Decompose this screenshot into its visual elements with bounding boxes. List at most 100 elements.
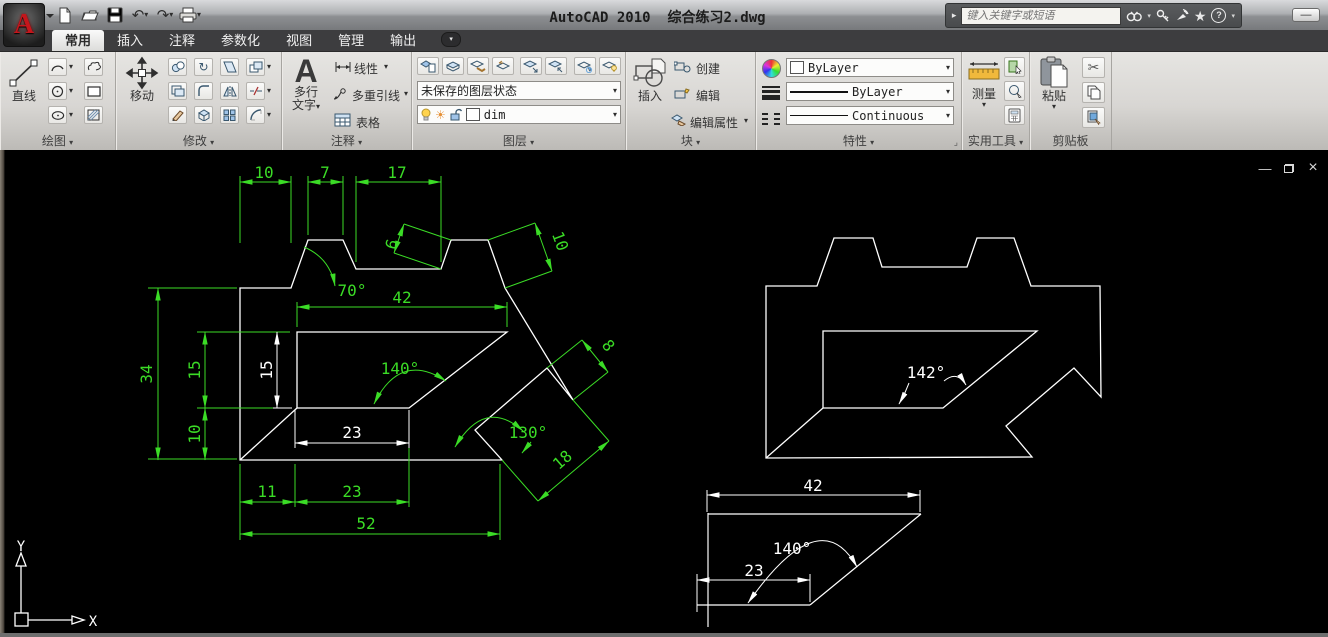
undo-caret-icon[interactable]: ▾ [144, 11, 148, 19]
color-dropdown[interactable]: ByLayer ▾ [786, 58, 954, 77]
layer-state-dropdown[interactable]: 未保存的图层状态 ▾ [417, 81, 621, 100]
help-caret-icon[interactable]: ▾ [1231, 12, 1235, 20]
undo-button[interactable]: ↶▾ [129, 5, 151, 25]
stretch-tool-button[interactable] [220, 58, 239, 76]
fillet-caret-icon[interactable]: ▾ [267, 111, 271, 119]
scale-tool-button[interactable] [246, 58, 265, 76]
search-caret-icon[interactable]: ▾ [1147, 12, 1151, 20]
block-edit-attr-caret-icon[interactable]: ▾ [744, 117, 748, 125]
table-button[interactable]: 表格 [356, 114, 380, 131]
layer-on-bulb-icon[interactable] [421, 108, 431, 122]
search-binoculars-icon[interactable] [1126, 9, 1142, 22]
layer-unisolate-button[interactable] [545, 57, 567, 75]
array-tool-button[interactable] [220, 106, 239, 124]
hatch-tool-button[interactable] [84, 106, 103, 124]
layer-properties-button[interactable] [417, 57, 439, 75]
linear-dim-button[interactable]: 线性 [354, 60, 378, 77]
fillet-corner-tool-button[interactable] [194, 82, 213, 100]
move-tool-button[interactable]: 移动 [120, 56, 164, 103]
circle-caret-icon[interactable]: ▾ [69, 87, 73, 95]
offset-tool-button[interactable] [168, 82, 187, 100]
tab-output[interactable]: 输出 [377, 30, 429, 51]
redo-button[interactable]: ↷▾ [154, 5, 176, 25]
plot-button[interactable]: ▾ [179, 5, 201, 25]
trim-caret-icon[interactable]: ▾ [267, 87, 271, 95]
line-tool-button[interactable]: 直线 [2, 56, 46, 103]
ribbon-minimize-button[interactable]: ▾ [441, 32, 461, 47]
multileader-caret-icon[interactable]: ▾ [404, 90, 408, 98]
cut-button[interactable]: ✂ [1082, 57, 1105, 78]
rotate-tool-button[interactable]: ↻ [194, 58, 213, 76]
lineweight-dropdown[interactable]: ByLayer ▾ [786, 82, 954, 101]
panel-label-properties[interactable]: 特性 ▾ [756, 133, 961, 149]
layer-match-button[interactable] [467, 57, 489, 75]
panel-label-layers[interactable]: 图层 ▾ [412, 133, 625, 149]
erase-tool-button[interactable] [168, 106, 187, 124]
paste-caret-icon[interactable]: ▾ [1052, 103, 1056, 111]
ellipse-caret-icon[interactable]: ▾ [69, 111, 73, 119]
favorites-star-icon[interactable]: ★ [1194, 9, 1207, 23]
drawing-close-button[interactable]: × [1306, 162, 1320, 174]
open-file-button[interactable] [79, 5, 101, 25]
layer-color-swatch[interactable] [466, 108, 480, 121]
layer-isolate-button[interactable] [520, 57, 542, 75]
tab-manage[interactable]: 管理 [325, 30, 377, 51]
panel-label-utilities[interactable]: 实用工具 ▾ [962, 133, 1029, 149]
new-file-button[interactable] [54, 5, 76, 25]
copy-clip-button[interactable] [1082, 82, 1105, 103]
tab-view[interactable]: 视图 [273, 30, 325, 51]
tab-home[interactable]: 常用 [52, 30, 104, 51]
measure-button[interactable]: 测量 ▾ [962, 56, 1006, 109]
circle-tool-button[interactable] [48, 82, 67, 100]
properties-dialog-launcher[interactable]: ⌟ [954, 137, 958, 148]
plot-caret-icon[interactable]: ▾ [197, 11, 201, 19]
calculator-button[interactable] [1004, 105, 1025, 125]
copy-tool-button[interactable] [168, 58, 187, 76]
layer-previous-button[interactable] [492, 57, 514, 75]
subscription-key-icon[interactable] [1156, 9, 1170, 22]
drawing-minimize-button[interactable]: — [1258, 162, 1272, 174]
multileader-button[interactable]: 多重引线 [352, 87, 400, 104]
layer-thaw-sun-icon[interactable]: ☀ [435, 108, 446, 122]
tab-insert[interactable]: 插入 [104, 30, 156, 51]
block-edit-button[interactable]: 编辑 [696, 87, 720, 104]
linetype-dropdown[interactable]: Continuous ▾ [786, 106, 954, 125]
application-menu-caret-icon[interactable] [46, 14, 54, 22]
mtext-button[interactable]: A 多行文字▾ [284, 56, 328, 112]
panel-label-annotation[interactable]: 注释 ▾ [282, 133, 411, 149]
block-create-button[interactable]: 创建 [696, 60, 720, 77]
layer-states-button[interactable] [442, 57, 464, 75]
object-color-wheel-icon[interactable] [762, 59, 781, 78]
block-edit-attr-button[interactable]: 编辑属性 [690, 114, 738, 131]
infocenter-expand-icon[interactable]: ▸ [952, 11, 957, 20]
tab-annotate[interactable]: 注释 [156, 30, 208, 51]
revision-cloud-tool-button[interactable] [84, 58, 103, 76]
arc-tool-button[interactable] [48, 58, 67, 76]
fillet-tool-button[interactable] [246, 106, 265, 124]
save-button[interactable] [104, 5, 126, 25]
help-icon[interactable]: ? [1211, 8, 1226, 23]
quick-select-button[interactable] [1004, 57, 1025, 77]
measure-caret-icon[interactable]: ▾ [982, 101, 986, 109]
mirror-tool-button[interactable] [220, 82, 239, 100]
paste-button[interactable]: 粘贴 ▾ [1032, 56, 1076, 111]
layer-dropdown[interactable]: ☀ dim ▾ [417, 105, 621, 124]
redo-caret-icon[interactable]: ▾ [169, 11, 173, 19]
drawing-restore-button[interactable] [1282, 162, 1296, 174]
application-menu-button[interactable]: A [3, 3, 45, 47]
ellipse-tool-button[interactable] [48, 106, 67, 124]
paste-special-button[interactable] [1082, 107, 1105, 128]
lineweight-icon[interactable] [762, 84, 780, 102]
panel-label-modify[interactable]: 修改 ▾ [116, 133, 281, 149]
layer-unlock-icon[interactable] [450, 108, 462, 121]
panel-label-draw[interactable]: 绘图 ▾ [0, 133, 115, 149]
linear-caret-icon[interactable]: ▾ [384, 63, 388, 71]
search-input[interactable] [961, 7, 1121, 25]
arc-caret-icon[interactable]: ▾ [69, 63, 73, 71]
layer-off-button[interactable] [599, 57, 621, 75]
rectangle-tool-button[interactable] [84, 82, 103, 100]
panel-label-block[interactable]: 块 ▾ [626, 133, 755, 149]
insert-block-button[interactable]: 插入 [628, 56, 672, 103]
mtext-caret-icon[interactable]: ▾ [316, 103, 320, 111]
communication-center-icon[interactable] [1175, 9, 1189, 22]
